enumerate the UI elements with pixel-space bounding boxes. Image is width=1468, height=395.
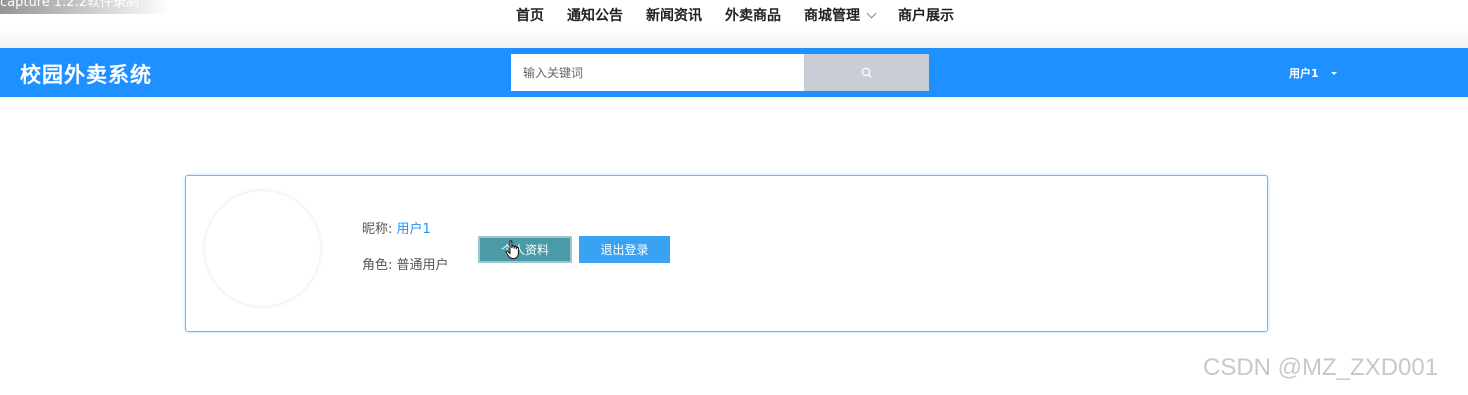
hand-cursor-icon xyxy=(505,240,519,259)
site-logo[interactable]: 校园外卖系统 xyxy=(20,59,152,89)
nav-item-mall-management[interactable]: 商城管理 xyxy=(804,5,877,25)
nav-item-label: 外卖商品 xyxy=(725,8,781,24)
nav-item-label: 首页 xyxy=(516,8,544,24)
site-header: 校园外卖系统 用户1 xyxy=(0,48,1468,97)
role-line: 角色: 普通用户 xyxy=(362,254,449,273)
main-nav: 首页 通知公告 新闻资讯 外卖商品 商城管理 商户展示 xyxy=(516,5,977,25)
nav-item-takeout-products[interactable]: 外卖商品 xyxy=(725,5,781,25)
nav-item-label: 商户展示 xyxy=(898,8,954,24)
search-icon xyxy=(861,67,872,78)
logout-button[interactable]: 退出登录 xyxy=(579,236,670,263)
nav-item-news[interactable]: 新闻资讯 xyxy=(646,5,702,25)
nav-item-merchants[interactable]: 商户展示 xyxy=(898,5,954,25)
nav-item-home[interactable]: 首页 xyxy=(516,5,544,25)
capture-label: capture 1.2.2软件录制 xyxy=(0,0,139,10)
watermark: CSDN @MZ_ZXD001 xyxy=(1203,354,1439,381)
nav-item-label: 商城管理 xyxy=(804,8,860,24)
user-menu-label: 用户1 xyxy=(1289,67,1319,80)
search-button[interactable] xyxy=(804,54,929,91)
role-label: 角色: xyxy=(362,258,397,273)
avatar xyxy=(205,191,320,306)
nav-item-label: 新闻资讯 xyxy=(646,8,702,24)
search-input[interactable] xyxy=(511,54,804,91)
top-menu-bar: capture 1.2.2软件录制 首页 通知公告 新闻资讯 外卖商品 商城管理… xyxy=(0,0,1468,48)
nickname-label: 昵称: xyxy=(362,222,397,237)
nickname-line: 昵称: 用户1 xyxy=(362,218,431,237)
nav-item-notices[interactable]: 通知公告 xyxy=(567,5,623,25)
profile-card: 昵称: 用户1 角色: 普通用户 个人资料 退出登录 xyxy=(185,175,1268,332)
role-value: 普通用户 xyxy=(396,258,449,273)
profile-button[interactable]: 个人资料 xyxy=(478,236,572,263)
chevron-down-icon xyxy=(866,8,877,18)
nav-item-label: 通知公告 xyxy=(567,8,623,24)
caret-down-icon xyxy=(1330,71,1337,75)
nickname-value: 用户1 xyxy=(396,222,431,237)
user-menu[interactable]: 用户1 xyxy=(1289,65,1337,81)
